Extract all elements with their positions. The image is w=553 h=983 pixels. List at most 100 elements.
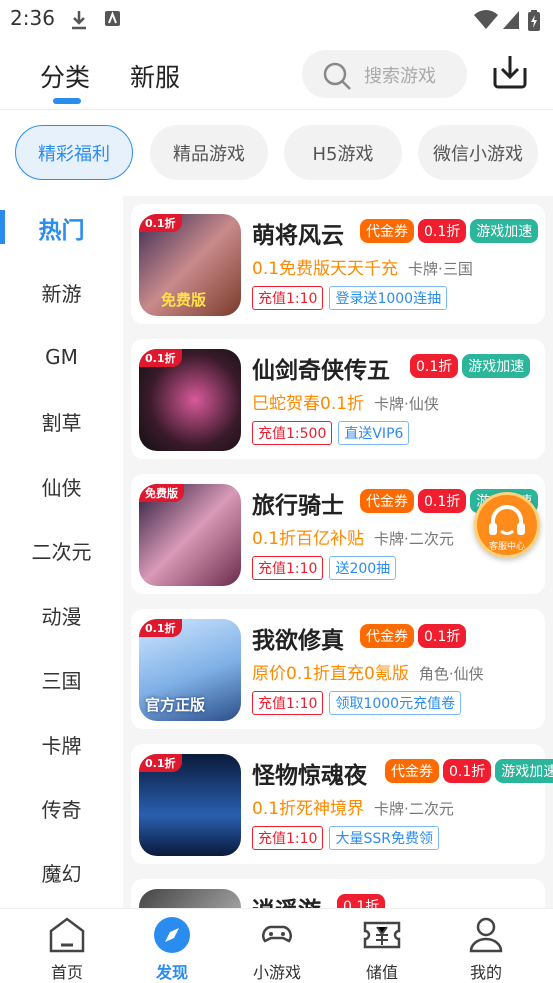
game-card[interactable]: 逍遥游 0.1折	[131, 879, 545, 908]
search-bar[interactable]: 搜索游戏	[302, 50, 467, 98]
chip-wechat-games[interactable]: 微信小游戏	[418, 125, 538, 180]
discount-tag: 免费版	[139, 484, 184, 502]
game-icon: 0.1折	[139, 349, 241, 451]
battery-icon	[528, 10, 540, 31]
sidebar-item-cartoon[interactable]: 动漫	[0, 583, 123, 647]
discount-badge: 0.1折	[337, 894, 386, 908]
game-icon: 0.1折 免费版	[139, 214, 241, 316]
nav-recharge[interactable]: 储值	[327, 909, 437, 983]
sidebar-item-three-kingdoms[interactable]: 三国	[0, 647, 123, 711]
recharge-tag: 充值1:10	[252, 691, 324, 715]
top-bar: 分类 新服 搜索游戏	[0, 38, 553, 110]
discount-tag: 0.1折	[139, 619, 182, 637]
app-notification-icon	[105, 11, 120, 26]
filter-chips: 精彩福利 精品游戏 H5游戏 微信小游戏	[0, 111, 553, 196]
thumb-caption: 免费版	[161, 291, 207, 309]
tab-new-server[interactable]: 新服	[130, 58, 180, 94]
game-category: 卡牌·仙侠	[374, 395, 439, 413]
sidebar-item-card[interactable]: 卡牌	[0, 712, 123, 776]
sidebar-item-mowing[interactable]: 割草	[0, 389, 123, 453]
discount-badge: 0.1折	[443, 759, 492, 783]
discount-badge: 0.1折	[410, 354, 459, 378]
game-name: 我欲修真	[252, 628, 344, 654]
tab-category[interactable]: 分类	[40, 58, 90, 94]
speedup-badge: 游戏加速	[462, 354, 531, 378]
coupon-badge: 代金券	[360, 624, 414, 648]
game-name: 怪物惊魂夜	[252, 763, 367, 789]
game-icon	[139, 889, 241, 908]
customer-service-button[interactable]: 客服中心	[474, 492, 540, 558]
sidebar-item-fantasy[interactable]: 魔幻	[0, 840, 123, 904]
game-icon: 0.1折 官方正版	[139, 619, 241, 721]
benefit-tag: 领取1000元充值卷	[329, 691, 462, 715]
nav-label: 首页	[50, 963, 83, 982]
game-category: 卡牌·二次元	[374, 530, 454, 548]
recharge-tag: 充值1:500	[252, 421, 333, 445]
speedup-badge: 游戏加速	[470, 219, 539, 243]
discount-badge: 0.1折	[418, 624, 467, 648]
sidebar-item-new[interactable]: 新游	[0, 260, 123, 324]
benefit-tag: 大量SSR免费领	[329, 826, 439, 850]
compass-icon	[154, 917, 190, 953]
game-category: 角色·仙侠	[418, 665, 484, 683]
search-icon	[323, 62, 351, 90]
game-card[interactable]: 0.1折 仙剑奇侠传五 0.1折 游戏加速 巳蛇贺春0.1折 卡牌·仙侠 充值1:…	[131, 339, 545, 459]
coupon-badge: 代金券	[360, 489, 414, 513]
sidebar-item-gm[interactable]: GM	[0, 325, 123, 389]
speedup-badge: 游戏加速	[495, 759, 553, 783]
discount-badge: 0.1折	[418, 219, 467, 243]
promo-text: 巳蛇贺春0.1折	[252, 394, 365, 414]
discount-badge: 0.1折	[418, 489, 467, 513]
promo-text: 原价0.1折直充0氪版	[252, 664, 409, 684]
ticket-icon	[363, 921, 401, 949]
chip-welfare[interactable]: 精彩福利	[15, 125, 133, 180]
coupon-badge: 代金券	[385, 759, 439, 783]
wifi-icon	[474, 10, 498, 29]
game-category: 卡牌·三国	[408, 260, 473, 278]
game-name: 旅行骑士	[252, 493, 344, 519]
nav-label: 发现	[155, 963, 188, 982]
thumb-caption: 官方正版	[145, 696, 206, 714]
game-name: 逍遥游	[252, 891, 321, 908]
sidebar-item-legend[interactable]: 传奇	[0, 776, 123, 840]
game-card[interactable]: 0.1折 官方正版 我欲修真 代金券 0.1折 原价0.1折直充0氪版 角色·仙侠…	[131, 609, 545, 729]
nav-label: 储值	[365, 963, 398, 982]
promo-text: 0.1折百亿补贴	[252, 529, 365, 549]
nav-mini-games[interactable]: 小游戏	[222, 909, 332, 983]
discount-tag: 0.1折	[139, 349, 182, 367]
home-icon	[49, 917, 85, 953]
nav-profile[interactable]: 我的	[431, 909, 541, 983]
game-category: 卡牌·二次元	[374, 800, 454, 818]
nav-discover[interactable]: 发现	[117, 909, 227, 983]
nav-home[interactable]: 首页	[12, 909, 122, 983]
status-bar: 2:36	[0, 0, 553, 38]
search-placeholder: 搜索游戏	[364, 66, 436, 87]
discount-tag: 0.1折	[139, 214, 182, 232]
recharge-tag: 充值1:10	[252, 826, 324, 850]
game-card[interactable]: 0.1折 免费版 萌将风云 代金券 0.1折 游戏加速 0.1免费版天天千充 卡牌…	[131, 204, 545, 324]
sidebar-item-xianxia[interactable]: 仙侠	[0, 454, 123, 518]
customer-service-label: 客服中心	[488, 542, 525, 552]
benefit-tag: 登录送1000连抽	[329, 286, 448, 310]
recharge-tag: 充值1:10	[252, 286, 324, 310]
game-name: 仙剑奇侠传五	[252, 358, 390, 384]
download-notification-icon	[72, 11, 86, 30]
chip-premium-games[interactable]: 精品游戏	[150, 125, 268, 180]
status-time: 2:36	[10, 6, 55, 30]
benefit-tag: 送200抽	[329, 556, 397, 580]
promo-text: 0.1折死神境界	[252, 799, 365, 819]
coupon-badge: 代金券	[360, 219, 414, 243]
discount-tag: 0.1折	[139, 754, 182, 772]
chip-h5-games[interactable]: H5游戏	[284, 125, 402, 180]
sidebar-item-hot[interactable]: 热门	[0, 196, 123, 260]
headset-icon	[489, 505, 525, 535]
game-card[interactable]: 0.1折 怪物惊魂夜 代金券 0.1折 游戏加速 0.1折死神境界 卡牌·二次元 …	[131, 744, 553, 864]
gamepad-icon	[262, 925, 292, 943]
user-icon	[469, 917, 503, 953]
sidebar-item-anime[interactable]: 二次元	[0, 518, 123, 582]
game-icon: 0.1折	[139, 754, 241, 856]
game-name: 萌将风云	[252, 223, 344, 249]
tab-indicator	[53, 98, 81, 104]
download-manager-icon[interactable]	[492, 54, 528, 90]
promo-text: 0.1免费版天天千充	[252, 259, 399, 279]
